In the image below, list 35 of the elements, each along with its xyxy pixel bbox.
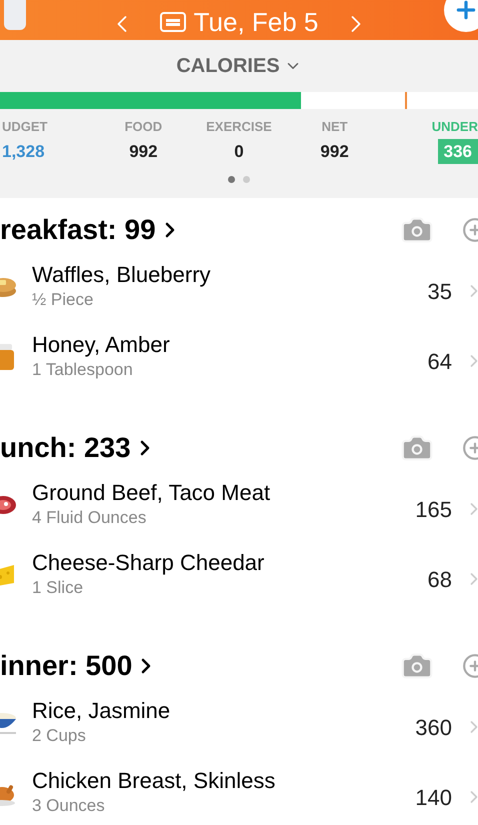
calorie-count: 165 bbox=[415, 496, 452, 524]
calorie-count: 35 bbox=[428, 278, 452, 306]
menu-button[interactable] bbox=[4, 0, 26, 30]
calorie-count: 68 bbox=[428, 566, 452, 594]
meal-heading[interactable]: reakfast: 99 bbox=[0, 209, 156, 251]
calorie-count: 64 bbox=[428, 348, 452, 376]
meal-heading[interactable]: unch: 233 bbox=[0, 427, 131, 469]
stat-badge: 336 bbox=[438, 138, 478, 164]
food-amount: ½ Piece bbox=[32, 289, 94, 311]
food-name[interactable]: Cheese-Sharp Cheedar bbox=[32, 549, 428, 577]
stat-label: FOOD bbox=[124, 118, 162, 136]
stat-value: 992 bbox=[129, 140, 158, 162]
calorie-count: 360 bbox=[415, 714, 452, 742]
food-name[interactable]: Chicken Breast, Skinless bbox=[32, 767, 416, 795]
food-amount: 3 Ounces bbox=[32, 795, 106, 817]
calorie-count: 140 bbox=[415, 784, 452, 812]
goal-marker bbox=[405, 92, 407, 109]
food-amount: 1 Slice bbox=[32, 577, 84, 599]
calories-dropdown[interactable]: CALORIES bbox=[176, 51, 280, 81]
stat-label: EXERCISE bbox=[206, 118, 272, 136]
food-name[interactable]: Waffles, Blueberry bbox=[32, 261, 428, 289]
food-amount: 4 Fluid Ounces bbox=[32, 507, 148, 529]
stat-label: UDGET bbox=[2, 118, 48, 136]
food-name[interactable]: Rice, Jasmine bbox=[32, 697, 416, 725]
food-name[interactable]: Ground Beef, Taco Meat bbox=[32, 479, 416, 507]
stat-value: 1,328 bbox=[2, 140, 45, 162]
stat-label: UNDER bbox=[432, 118, 478, 136]
food-amount: 1 Tablespoon bbox=[32, 359, 134, 381]
stat-label: NET bbox=[322, 118, 348, 136]
meal-heading[interactable]: inner: 500 bbox=[0, 645, 132, 687]
food-amount: 2 Cups bbox=[32, 725, 87, 747]
calendar-icon[interactable] bbox=[160, 12, 186, 32]
stat-value: 0 bbox=[234, 140, 244, 162]
food-name[interactable]: Honey, Amber bbox=[32, 331, 428, 359]
stat-value: 992 bbox=[320, 140, 349, 162]
